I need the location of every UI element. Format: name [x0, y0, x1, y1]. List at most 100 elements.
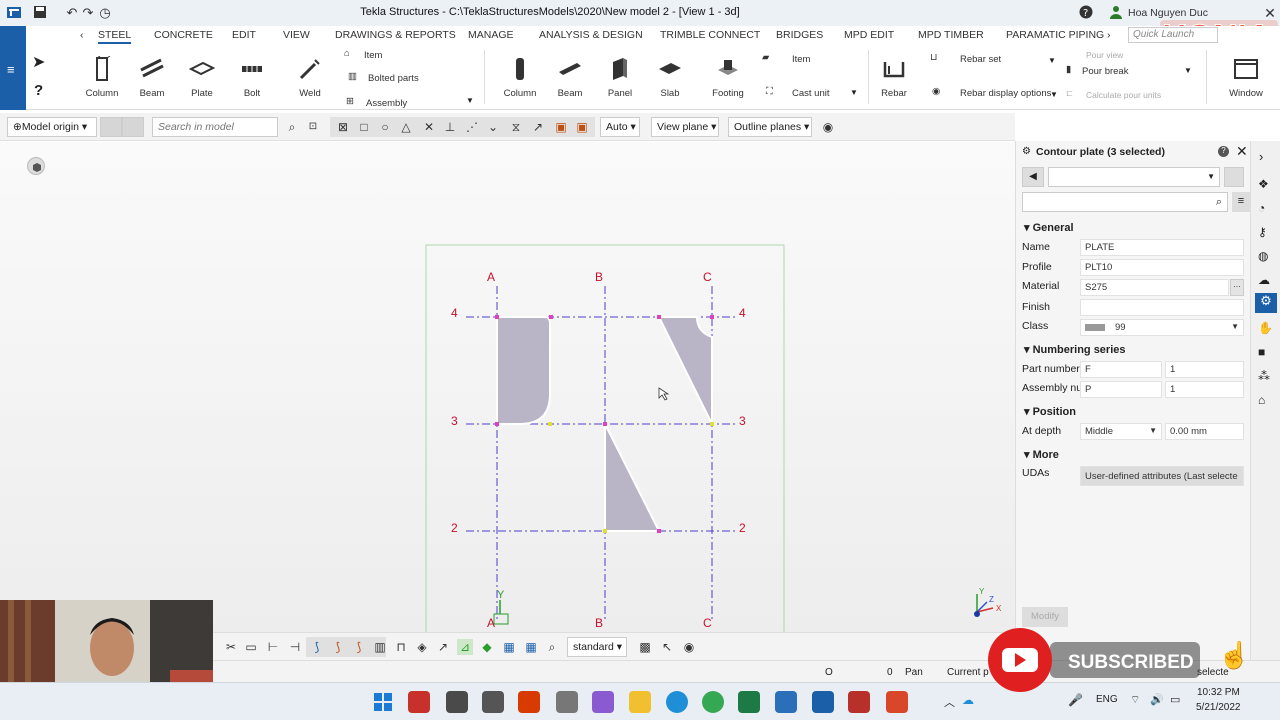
- visibility-eye-icon[interactable]: ◉: [820, 119, 836, 135]
- property-search-input[interactable]: ⌕: [1022, 192, 1228, 212]
- assembly-prefix-field[interactable]: P: [1080, 381, 1162, 398]
- part-start-number-field[interactable]: 1: [1165, 361, 1244, 378]
- align-icon[interactable]: ⊢: [265, 639, 281, 655]
- part-prefix-field[interactable]: F: [1080, 361, 1162, 378]
- steel-beam-button[interactable]: Beam: [132, 44, 172, 110]
- modify-button[interactable]: Modify: [1022, 607, 1068, 627]
- concrete-column-button[interactable]: Column: [500, 44, 540, 110]
- tab-view[interactable]: VIEW: [283, 29, 310, 41]
- origin-tool-2-button[interactable]: [122, 117, 144, 137]
- pour-break-button[interactable]: ▮ Pour break: [1066, 64, 1128, 78]
- section-general[interactable]: ▾ General: [1024, 221, 1074, 234]
- start-button[interactable]: [372, 691, 394, 713]
- usb-app-icon[interactable]: [556, 691, 578, 713]
- assembly-dropdown-icon[interactable]: ▼: [466, 96, 474, 105]
- bolted-parts-button[interactable]: ▥ Bolted parts: [348, 71, 419, 85]
- select-rebar-icon[interactable]: ⊓: [393, 639, 409, 655]
- autocad-icon[interactable]: [848, 691, 870, 713]
- zoom-search-icon[interactable]: ⊡: [305, 119, 321, 135]
- tag-icon[interactable]: ⌂: [1258, 393, 1265, 407]
- calculate-pour-units-button[interactable]: ⊏ Calculate pour units: [1066, 88, 1161, 102]
- assembly-start-number-field[interactable]: 1: [1165, 381, 1244, 398]
- tab-drawings-reports[interactable]: DRAWINGS & REPORTS: [335, 29, 456, 41]
- assembly-button[interactable]: ⊞ Assembly: [346, 96, 407, 110]
- snap-grid-icon[interactable]: ▣: [574, 119, 590, 135]
- tab-mpd-timber[interactable]: MPD TIMBER: [918, 29, 984, 41]
- catalog-icon[interactable]: ❖: [1258, 177, 1269, 191]
- office-icon[interactable]: [518, 691, 540, 713]
- photos-icon[interactable]: [775, 691, 797, 713]
- concrete-slab-button[interactable]: Slab: [650, 44, 690, 110]
- concrete-beam-button[interactable]: Beam: [550, 44, 590, 110]
- chrome-browser-icon[interactable]: [702, 691, 724, 713]
- select-objects-icon[interactable]: ▥: [372, 639, 388, 655]
- wifi-icon[interactable]: ⌔: [1130, 693, 1140, 707]
- tab-edit[interactable]: EDIT: [232, 29, 256, 41]
- snap-circle-icon[interactable]: ○: [377, 119, 393, 135]
- select-arrow-icon[interactable]: ➤: [32, 52, 45, 72]
- model-origin-dropdown[interactable]: ⊕Model origin ▾: [7, 117, 97, 137]
- select-points-icon[interactable]: ⟆: [351, 639, 367, 655]
- query-icon[interactable]: ?: [34, 82, 43, 99]
- snap-nearest-icon[interactable]: ⧖: [508, 119, 524, 135]
- snap-intersection-icon[interactable]: ✕: [421, 119, 437, 135]
- frame-icon[interactable]: ▭: [243, 639, 259, 655]
- search-model-input[interactable]: [152, 117, 278, 137]
- search-icon[interactable]: ⌕: [284, 119, 300, 135]
- select-surface-icon[interactable]: ◈: [414, 639, 430, 655]
- tab-scroll-right-icon[interactable]: ›: [1107, 29, 1111, 41]
- select-grid-icon[interactable]: ⊿: [457, 639, 473, 655]
- steel-bolt-button[interactable]: Bolt: [232, 44, 272, 110]
- excel-icon[interactable]: [738, 691, 760, 713]
- select-cast-unit-icon[interactable]: ▦: [523, 639, 539, 655]
- clock-date[interactable]: 5/21/2022: [1196, 702, 1241, 713]
- property-set-dropdown[interactable]: ▼: [1048, 167, 1220, 187]
- help-icon[interactable]: ?: [1078, 5, 1094, 21]
- panel-help-icon[interactable]: ?: [1218, 146, 1229, 157]
- material-field[interactable]: S275: [1080, 279, 1229, 296]
- file-explorer-icon[interactable]: [629, 691, 651, 713]
- battery-icon[interactable]: ▭: [1170, 693, 1180, 706]
- concrete-panel-button[interactable]: Panel: [600, 44, 640, 110]
- udas-button[interactable]: User-defined attributes (Last selecte: [1080, 466, 1244, 486]
- window-button[interactable]: Window: [1224, 44, 1268, 110]
- snap-perpendicular-icon[interactable]: ⊥: [442, 119, 458, 135]
- globe-icon[interactable]: ◍: [1258, 249, 1268, 263]
- pour-break-dropdown-icon[interactable]: ▼: [1184, 66, 1192, 75]
- class-dropdown[interactable]: 99 ▼: [1080, 319, 1244, 336]
- material-browse-button[interactable]: …: [1230, 279, 1244, 296]
- snap-triangle-icon[interactable]: △: [398, 119, 414, 135]
- cloud-icon[interactable]: ☁: [1258, 273, 1270, 287]
- section-more[interactable]: ▾ More: [1024, 448, 1059, 461]
- tab-scroll-left-icon[interactable]: ‹: [80, 29, 84, 41]
- select-edge-icon[interactable]: ↗: [435, 639, 451, 655]
- ribbon-menu-strip[interactable]: ≡: [0, 26, 26, 110]
- tab-analysis-design[interactable]: ANALYSIS & DESIGN: [539, 29, 643, 41]
- steel-weld-button[interactable]: Weld: [290, 44, 330, 110]
- rebar-display-options-button[interactable]: ◉ Rebar display options: [932, 86, 1051, 100]
- tab-paramatic-piping[interactable]: PARAMATIC PIPING: [1006, 29, 1104, 41]
- origin-tool-1-button[interactable]: [100, 117, 122, 137]
- edge-browser-icon[interactable]: [666, 691, 688, 713]
- tab-concrete[interactable]: CONCRETE: [154, 29, 213, 41]
- select-parts-icon[interactable]: ⟆: [309, 639, 325, 655]
- snap-depth-dropdown[interactable]: Auto ▾: [600, 117, 640, 137]
- zoom-select-icon[interactable]: ⌕: [544, 639, 560, 655]
- snap-extension-icon[interactable]: ⌄: [485, 119, 501, 135]
- pick-icon[interactable]: ⊣: [287, 639, 303, 655]
- recorder-icon[interactable]: [886, 691, 908, 713]
- model-viewport[interactable]: A B C 4 4 3 3 2 2 A B C Y Y X Z: [0, 142, 1015, 632]
- select-components-icon[interactable]: ⟆: [330, 639, 346, 655]
- quick-launch-input[interactable]: Quick Launch: [1128, 27, 1218, 43]
- profile-field[interactable]: PLT10: [1080, 259, 1244, 276]
- language-indicator[interactable]: ENG: [1096, 694, 1118, 705]
- select-assembly-icon[interactable]: ▦: [501, 639, 517, 655]
- section-position[interactable]: ▾ Position: [1024, 405, 1076, 418]
- rebar-display-dropdown-icon[interactable]: ▼: [1050, 90, 1058, 99]
- concrete-footing-button[interactable]: Footing: [706, 44, 750, 110]
- save-settings-button[interactable]: [1224, 167, 1244, 187]
- model-canvas[interactable]: A B C 4 4 3 3 2 2 A B C Y Y X Z: [0, 142, 1015, 632]
- pdf-app-icon[interactable]: [408, 691, 430, 713]
- onedrive-icon[interactable]: ☁: [962, 693, 974, 707]
- volume-icon[interactable]: 🔊: [1150, 693, 1164, 706]
